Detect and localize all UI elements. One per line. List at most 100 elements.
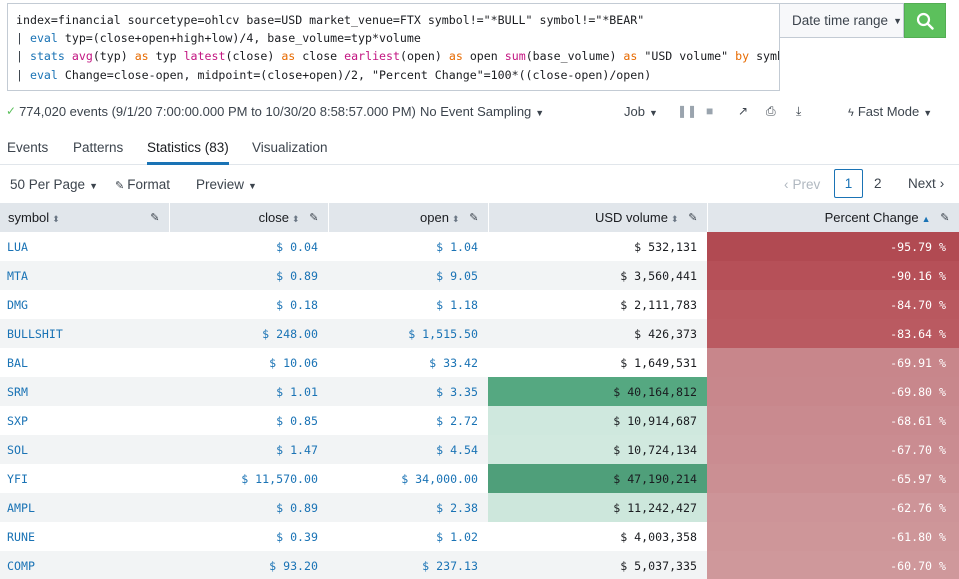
cell-usd-volume[interactable]: $ 40,164,812 [488, 377, 707, 406]
cell-open[interactable]: $ 34,000.00 [328, 464, 488, 493]
cell-percent-change[interactable]: -83.64 % [707, 319, 959, 348]
column-header-close[interactable]: close ⬍ ✎ [169, 203, 329, 232]
query-text: (base_volume) [525, 49, 624, 64]
cell-symbol[interactable]: MTA [0, 261, 169, 290]
table-row: MTA $ 0.89 $ 9.05 $ 3,560,441 -90.16 % [0, 261, 959, 290]
pencil-icon[interactable]: ✎ [309, 211, 318, 224]
cell-usd-volume[interactable]: $ 532,131 [488, 232, 707, 261]
cell-symbol[interactable]: AMPL [0, 493, 169, 522]
pencil-icon[interactable]: ✎ [469, 211, 478, 224]
cell-symbol[interactable]: LUA [0, 232, 169, 261]
cell-open[interactable]: $ 1.18 [328, 290, 488, 319]
column-header-usd-volume[interactable]: USD volume ⬍ ✎ [488, 203, 708, 232]
cell-close[interactable]: $ 248.00 [169, 319, 328, 348]
query-text: (open) [400, 49, 449, 64]
cell-open[interactable]: $ 237.13 [328, 551, 488, 579]
cell-open[interactable]: $ 33.42 [328, 348, 488, 377]
tab-visualization[interactable]: Visualization [252, 140, 328, 165]
pencil-icon[interactable]: ✎ [688, 211, 697, 224]
query-pipe: | [16, 67, 30, 82]
cell-usd-volume[interactable]: $ 11,242,427 [488, 493, 707, 522]
cell-percent-change[interactable]: -95.79 % [707, 232, 959, 261]
cell-percent-change[interactable]: -65.97 % [707, 464, 959, 493]
cell-percent-change[interactable]: -67.70 % [707, 435, 959, 464]
tab-statistics[interactable]: Statistics (83) [147, 140, 229, 165]
cell-close[interactable]: $ 1.47 [169, 435, 328, 464]
cell-usd-volume[interactable]: $ 2,111,783 [488, 290, 707, 319]
cell-close[interactable]: $ 0.89 [169, 261, 328, 290]
cell-usd-volume[interactable]: $ 426,373 [488, 319, 707, 348]
cell-open[interactable]: $ 2.38 [328, 493, 488, 522]
date-range-picker[interactable]: Date time range ▼ [780, 3, 904, 38]
format-button[interactable]: ✎ Format [115, 177, 170, 192]
cell-percent-change[interactable]: -69.91 % [707, 348, 959, 377]
share-icon[interactable]: ↗ [738, 104, 748, 118]
cell-symbol[interactable]: BAL [0, 348, 169, 377]
cell-symbol[interactable]: RUNE [0, 522, 169, 551]
table-body: LUA $ 0.04 $ 1.04 $ 532,131 -95.79 % MTA $ 0.8… [0, 232, 959, 579]
tab-patterns[interactable]: Patterns [73, 140, 123, 165]
pause-icon[interactable]: ❚❚ [677, 104, 697, 118]
export-icon[interactable]: ⤓ [796, 104, 801, 119]
cell-open[interactable]: $ 1.04 [328, 232, 488, 261]
cell-usd-volume[interactable]: $ 5,037,335 [488, 551, 707, 579]
cell-close[interactable]: $ 0.04 [169, 232, 328, 261]
caret-down-icon: ▼ [248, 181, 257, 191]
cell-usd-volume[interactable]: $ 4,003,358 [488, 522, 707, 551]
search-button[interactable] [904, 3, 946, 38]
pencil-icon[interactable]: ✎ [940, 211, 949, 224]
cell-symbol[interactable]: COMP [0, 551, 169, 579]
prev-page-button[interactable]: ‹ Prev [784, 177, 820, 192]
page-1-button[interactable]: 1 [834, 169, 863, 198]
cell-close[interactable]: $ 0.18 [169, 290, 328, 319]
cell-open[interactable]: $ 4.54 [328, 435, 488, 464]
cell-open[interactable]: $ 2.72 [328, 406, 488, 435]
column-header-percent-change[interactable]: Percent Change ▲ ✎ [707, 203, 959, 232]
cell-percent-change[interactable]: -60.70 % [707, 551, 959, 579]
cell-close[interactable]: $ 0.89 [169, 493, 328, 522]
cell-percent-change[interactable]: -61.80 % [707, 522, 959, 551]
cell-close[interactable]: $ 1.01 [169, 377, 328, 406]
print-icon[interactable]: ⎙ [766, 104, 776, 119]
search-query-input[interactable]: index=financial sourcetype=ohlcv base=US… [7, 3, 780, 91]
cell-open[interactable]: $ 1,515.50 [328, 319, 488, 348]
cell-usd-volume[interactable]: $ 3,560,441 [488, 261, 707, 290]
cell-close[interactable]: $ 11,570.00 [169, 464, 328, 493]
cell-symbol[interactable]: YFI [0, 464, 169, 493]
preview-dropdown[interactable]: Preview ▼ [196, 177, 257, 192]
job-menu[interactable]: Job ▼ [624, 104, 658, 119]
job-label: Job [624, 103, 645, 119]
cell-close[interactable]: $ 0.85 [169, 406, 328, 435]
cell-close[interactable]: $ 0.39 [169, 522, 328, 551]
cell-symbol[interactable]: BULLSHIT [0, 319, 169, 348]
column-header-symbol[interactable]: symbol ⬍ ✎ [0, 203, 170, 232]
event-sampling-dropdown[interactable]: No Event Sampling ▼ [420, 104, 544, 119]
cell-symbol[interactable]: SRM [0, 377, 169, 406]
per-page-dropdown[interactable]: 50 Per Page ▼ [10, 177, 98, 192]
cell-symbol[interactable]: SOL [0, 435, 169, 464]
cell-symbol[interactable]: DMG [0, 290, 169, 319]
column-header-open[interactable]: open ⬍ ✎ [328, 203, 489, 232]
cell-percent-change[interactable]: -69.80 % [707, 377, 959, 406]
cell-usd-volume[interactable]: $ 1,649,531 [488, 348, 707, 377]
cell-percent-change[interactable]: -90.16 % [707, 261, 959, 290]
cell-close[interactable]: $ 93.20 [169, 551, 328, 579]
cell-usd-volume[interactable]: $ 47,190,214 [488, 464, 707, 493]
cell-symbol[interactable]: SXP [0, 406, 169, 435]
search-mode-dropdown[interactable]: ϟ Fast Mode ▼ [848, 104, 932, 119]
cell-open[interactable]: $ 3.35 [328, 377, 488, 406]
cell-open[interactable]: $ 9.05 [328, 261, 488, 290]
page-2-button[interactable]: 2 [874, 176, 882, 191]
tab-events[interactable]: Events [7, 140, 48, 165]
stop-icon[interactable]: ■ [706, 104, 713, 118]
next-page-button[interactable]: Next › [908, 176, 944, 191]
event-sampling-label: No Event Sampling [420, 103, 532, 119]
cell-percent-change[interactable]: -68.61 % [707, 406, 959, 435]
cell-percent-change[interactable]: -84.70 % [707, 290, 959, 319]
cell-usd-volume[interactable]: $ 10,724,134 [488, 435, 707, 464]
cell-close[interactable]: $ 10.06 [169, 348, 328, 377]
cell-usd-volume[interactable]: $ 10,914,687 [488, 406, 707, 435]
pencil-icon[interactable]: ✎ [150, 211, 159, 224]
cell-open[interactable]: $ 1.02 [328, 522, 488, 551]
cell-percent-change[interactable]: -62.76 % [707, 493, 959, 522]
